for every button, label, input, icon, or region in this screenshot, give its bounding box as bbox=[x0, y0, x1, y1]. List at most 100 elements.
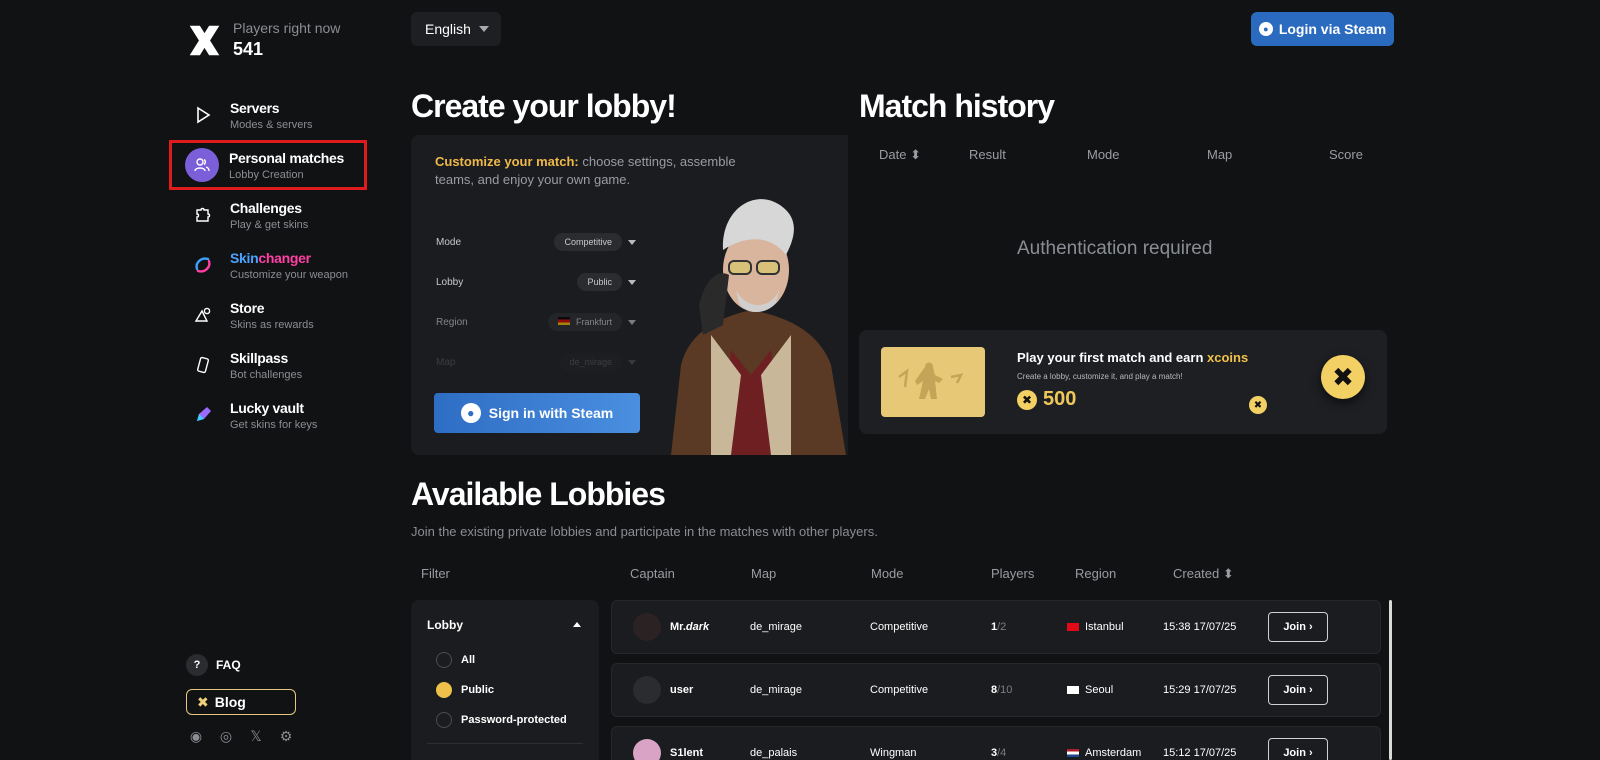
steam-icon[interactable]: ⚙ bbox=[278, 728, 294, 744]
filter-option-password-protected[interactable]: Password-protected bbox=[436, 712, 567, 728]
x-twitter-icon[interactable]: 𝕏 bbox=[248, 728, 264, 744]
south-korea-flag-icon bbox=[1067, 686, 1079, 694]
lobby-created: 15:38 17/07/25 bbox=[1163, 621, 1237, 633]
radio-button-checked[interactable] bbox=[436, 682, 452, 698]
chevron-right-icon: › bbox=[1309, 621, 1313, 633]
sign-in-label: Sign in with Steam bbox=[488, 405, 614, 421]
chevron-right-icon: › bbox=[1309, 684, 1313, 696]
promo-title: Play your first match and earn xcoins bbox=[1017, 350, 1248, 365]
field-map[interactable]: Map de_mirage bbox=[436, 351, 636, 373]
field-value: Public bbox=[577, 273, 622, 291]
option-label: Password-protected bbox=[461, 714, 567, 726]
intro-highlight: Customize your match: bbox=[435, 154, 579, 169]
main-nav: Servers Modes & servers Personal matches L… bbox=[169, 90, 370, 440]
nav-item-lucky-vault[interactable]: Lucky vault Get skins for keys bbox=[170, 390, 370, 440]
nav-subtitle: Modes & servers bbox=[230, 118, 313, 131]
sort-icon: ⬍ bbox=[1222, 566, 1234, 581]
nav-item-servers[interactable]: Servers Modes & servers bbox=[170, 90, 370, 140]
field-region[interactable]: Region Frankfurt bbox=[436, 311, 636, 333]
nav-item-challenges[interactable]: Challenges Play & get skins bbox=[170, 190, 370, 240]
nav-item-personal-matches[interactable]: Personal matches Lobby Creation bbox=[169, 140, 367, 190]
lobbies-scrollbar[interactable] bbox=[1389, 600, 1392, 760]
nav-subtitle: Skins as rewards bbox=[230, 318, 314, 331]
nav-title: Skinchanger bbox=[230, 250, 348, 266]
nav-subtitle: Customize your weapon bbox=[230, 268, 349, 281]
xcoin-small-icon: ✖ bbox=[1249, 396, 1267, 414]
region-name: Amsterdam bbox=[1085, 747, 1142, 759]
chevron-down-icon bbox=[628, 239, 636, 245]
join-label: Join bbox=[1283, 684, 1306, 696]
join-button[interactable]: Join › bbox=[1268, 612, 1328, 642]
xcoin-icon: ✖ bbox=[1017, 389, 1037, 410]
logo-icon[interactable] bbox=[186, 22, 223, 59]
nav-title: Personal matches bbox=[229, 149, 345, 166]
column-score: Score bbox=[1329, 147, 1363, 162]
instagram-icon[interactable]: ◎ bbox=[218, 728, 234, 744]
play-icon bbox=[186, 98, 220, 132]
nav-subtitle: Get skins for keys bbox=[230, 418, 318, 431]
blog-button[interactable]: ✖ Blog bbox=[186, 689, 296, 715]
captain-avatar bbox=[633, 601, 661, 653]
column-players: Players bbox=[991, 566, 1035, 581]
promo-amount-value: 500 bbox=[1043, 388, 1077, 410]
shapes-icon bbox=[186, 298, 220, 332]
lobby-created: 15:12 17/07/25 bbox=[1163, 747, 1237, 759]
nav-title: Challenges bbox=[230, 199, 302, 216]
nav-subtitle: Play & get skins bbox=[230, 218, 309, 231]
login-steam-button[interactable]: ● Login via Steam bbox=[1251, 12, 1394, 46]
turkey-flag-icon bbox=[1067, 623, 1079, 631]
field-value: Frankfurt bbox=[547, 313, 622, 331]
lobby-map: de_mirage bbox=[750, 684, 802, 696]
nav-title: Store bbox=[230, 299, 265, 316]
field-label: Lobby bbox=[436, 276, 464, 288]
lobby-row[interactable]: S1lent de_palais Wingman 3/4 Amsterdam 1… bbox=[611, 726, 1381, 760]
field-mode[interactable]: Mode Competitive bbox=[436, 231, 636, 253]
netherlands-flag-icon bbox=[1067, 749, 1079, 757]
germany-flag-icon bbox=[557, 317, 570, 325]
discord-icon[interactable]: ◉ bbox=[188, 728, 204, 744]
agent-character-image bbox=[671, 199, 846, 455]
radio-button[interactable] bbox=[436, 652, 452, 668]
filter-option-all[interactable]: All bbox=[436, 652, 475, 668]
region-name: Seoul bbox=[1085, 684, 1114, 696]
join-button[interactable]: Join › bbox=[1268, 675, 1328, 705]
key-icon bbox=[186, 398, 220, 432]
filter-option-public[interactable]: Public bbox=[436, 682, 494, 698]
captain-name-part: dark bbox=[685, 621, 710, 633]
available-lobbies-heading: Available Lobbies bbox=[411, 476, 666, 512]
captain-name: S1lent bbox=[670, 747, 704, 759]
lobby-players: 8/10 bbox=[991, 664, 1012, 716]
card-icon bbox=[186, 348, 220, 382]
divider bbox=[427, 743, 583, 744]
xcoins-promo-card[interactable]: Play your first match and earn xcoins Cr… bbox=[859, 330, 1387, 434]
brand: Players right now 541 bbox=[186, 20, 340, 60]
column-mode: Mode bbox=[871, 566, 904, 581]
option-label: Public bbox=[461, 684, 495, 696]
nav-title: Servers bbox=[230, 99, 280, 116]
radio-button[interactable] bbox=[436, 712, 452, 728]
lobby-region: Amsterdam bbox=[1067, 727, 1141, 760]
avatar bbox=[633, 676, 661, 704]
field-lobby[interactable]: Lobby Public bbox=[436, 271, 636, 293]
promo-subtitle: Create a lobby, customize it, and play a… bbox=[1017, 372, 1183, 381]
faq-link[interactable]: ? FAQ bbox=[186, 654, 241, 676]
column-result: Result bbox=[969, 147, 1006, 162]
nav-item-store[interactable]: Store Skins as rewards bbox=[170, 290, 370, 340]
nav-title-part: Skin bbox=[230, 249, 259, 266]
lobby-row[interactable]: user de_mirage Competitive 8/10 Seoul 15… bbox=[611, 663, 1381, 717]
avatar bbox=[633, 613, 661, 641]
column-created[interactable]: Created ⬍ bbox=[1173, 566, 1234, 582]
nav-item-skillpass[interactable]: Skillpass Bot challenges bbox=[170, 340, 370, 390]
join-button[interactable]: Join › bbox=[1268, 738, 1328, 760]
social-links: ◉ ◎ 𝕏 ⚙ bbox=[188, 728, 294, 744]
column-date[interactable]: Date ⬍ bbox=[879, 147, 921, 163]
option-label: All bbox=[461, 654, 476, 666]
sign-in-steam-button[interactable]: ● Sign in with Steam bbox=[434, 393, 640, 433]
language-select[interactable]: English bbox=[411, 12, 501, 46]
field-value: de_mirage bbox=[559, 353, 622, 371]
column-region: Region bbox=[1075, 566, 1117, 581]
nav-item-skinchanger[interactable]: Skinchanger Customize your weapon bbox=[170, 240, 370, 290]
players-max: /4 bbox=[997, 747, 1007, 759]
lobby-row[interactable]: Mr. dark de_mirage Competitive 1/2 Istanb… bbox=[611, 600, 1381, 654]
chevron-up-icon[interactable] bbox=[573, 622, 581, 627]
